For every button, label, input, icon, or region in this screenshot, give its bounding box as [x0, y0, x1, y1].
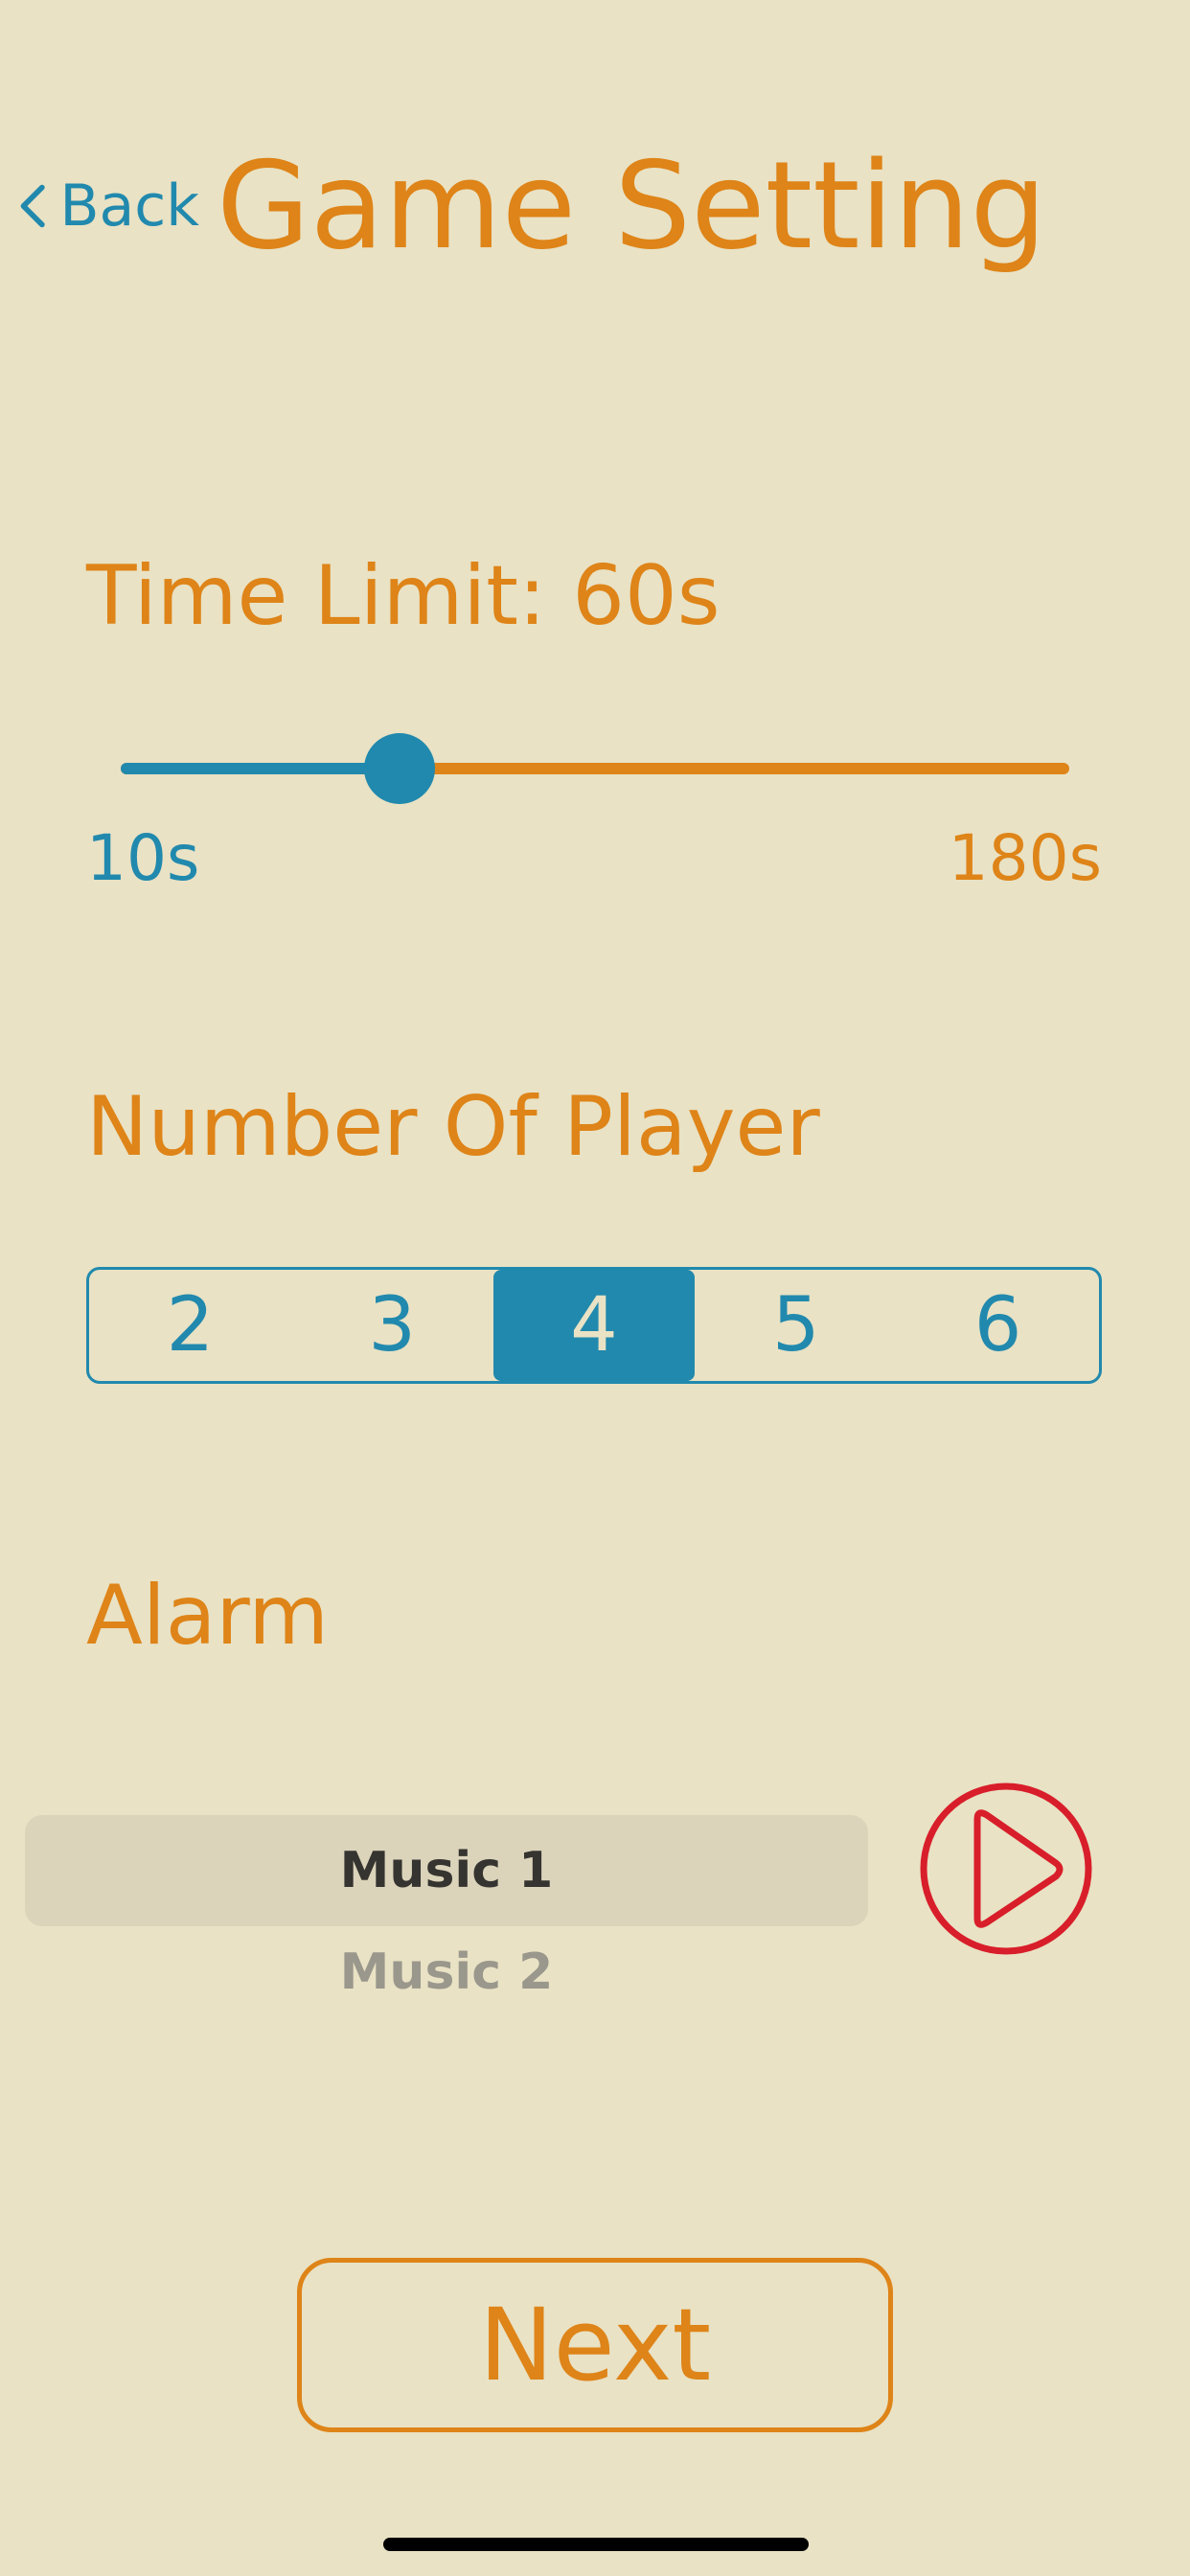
picker-item-music-1[interactable]: Music 1 — [25, 1840, 868, 1901]
segment-3[interactable]: 3 — [291, 1270, 493, 1381]
play-icon — [973, 1809, 1064, 1928]
play-button[interactable] — [920, 1782, 1092, 1955]
alarm-picker[interactable]: Music 1 Music 2 — [25, 1802, 868, 1993]
slider-thumb[interactable] — [364, 733, 435, 804]
segment-2[interactable]: 2 — [89, 1270, 291, 1381]
next-button[interactable]: Next — [297, 2258, 893, 2432]
segment-6[interactable]: 6 — [897, 1270, 1099, 1381]
alarm-label: Alarm — [86, 1568, 330, 1664]
chevron-left-icon — [20, 184, 45, 228]
slider-max-label: 180s — [948, 821, 1102, 895]
page-title: Game Setting — [217, 135, 1047, 276]
back-button[interactable]: Back — [17, 153, 199, 259]
players-label: Number Of Player — [86, 1079, 820, 1175]
picker-item-music-2[interactable]: Music 2 — [25, 1942, 868, 1993]
home-indicator — [383, 2538, 809, 2551]
time-limit-label: Time Limit: 60s — [86, 548, 721, 644]
time-limit-slider[interactable] — [121, 728, 1069, 809]
segment-4[interactable]: 4 — [492, 1270, 696, 1381]
player-count-segmented-control[interactable]: 2 3 4 5 6 — [86, 1267, 1102, 1384]
back-label: Back — [59, 172, 199, 240]
segment-5[interactable]: 5 — [695, 1270, 897, 1381]
slider-fill — [121, 763, 400, 774]
slider-min-label: 10s — [86, 821, 200, 895]
